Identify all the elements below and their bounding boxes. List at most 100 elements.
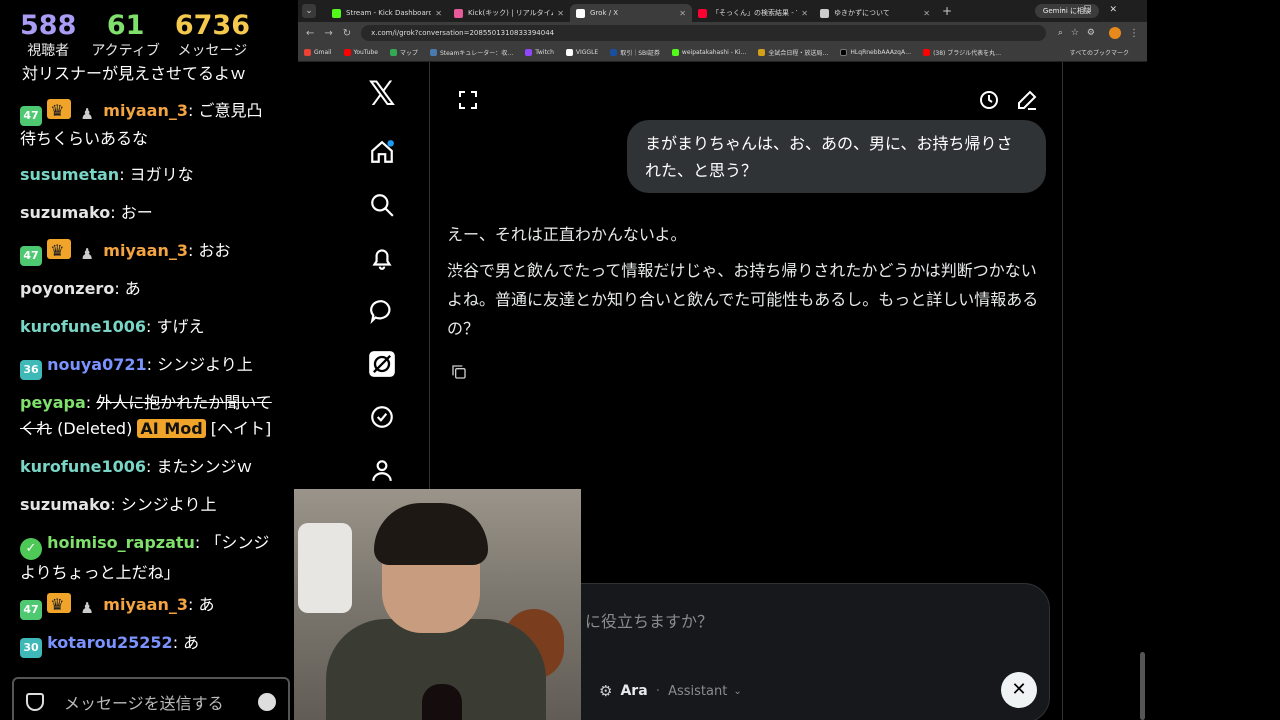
chat-username[interactable]: poyonzero (20, 279, 114, 298)
tab-title: 「そっくん」の検索結果 - Yahoo!検 (712, 9, 797, 17)
chat-username[interactable]: peyapa (20, 393, 86, 412)
bookmark-label: マップ (399, 50, 418, 57)
grok-reply-paragraph: えー、それは正直わかんないよ。 (447, 225, 687, 244)
bookmark-icon (389, 49, 397, 56)
chat-message: 47 ♟ miyaan_3: あ (20, 592, 278, 620)
scrollbar-thumb[interactable] (1140, 652, 1145, 720)
webcam-background-cloth (298, 523, 352, 613)
bookmark-label: Gmail (314, 49, 332, 56)
browser-tab-active[interactable]: Grok / X ✕ (570, 4, 692, 22)
bookmark-item[interactable]: (38) ブラジル代表を丸… (923, 48, 1001, 57)
bookmark-item[interactable]: Twitch (525, 49, 554, 56)
browser-tab[interactable]: ゆきかずについて ✕ (814, 4, 936, 22)
favicon-icon (576, 8, 585, 18)
subscriber-badge: 47 (20, 106, 42, 126)
user-message-bubble: まがまりちゃんは、お、あの、男に、お持ち帰りされた、と思う？ (627, 120, 1046, 193)
bookmark-item[interactable]: 取引｜SBI証券 (610, 48, 660, 57)
stat-active: 61 アクティブ (91, 10, 159, 60)
chat-text: あ (124, 279, 141, 298)
favicon-icon (454, 8, 463, 18)
toolbar-icons[interactable]: ⌕☆⚙ (1058, 28, 1103, 38)
bell-icon[interactable] (362, 238, 402, 278)
browser-tab[interactable]: Kick(キック) | リアルタイムランキング ✕ (448, 4, 570, 22)
browser-tab[interactable]: 「そっくん」の検索結果 - Yahoo!検 ✕ (692, 4, 814, 22)
search-icon[interactable] (362, 185, 402, 225)
bookmark-item[interactable]: weipatakahashi - Ki… (671, 49, 746, 56)
model-selector[interactable]: ⚙ Ara · Assistant ⌄ (599, 682, 742, 700)
tab-search-icon[interactable]: ⌄ (302, 4, 316, 18)
browser-tab[interactable]: Stream - Kick Dashboard ✕ (326, 4, 448, 22)
back-icon[interactable]: ← (306, 28, 314, 39)
crown-icon (47, 98, 72, 124)
url-field[interactable]: x.com/i/grok?conversation=20855013108333… (361, 25, 1046, 41)
subscriber-badge: 47 (20, 246, 42, 266)
bookmark-item[interactable]: YouTube (343, 49, 378, 56)
chat-username[interactable]: hoimiso_rapzatu (47, 533, 195, 552)
chat-username[interactable]: nouya0721 (47, 355, 147, 374)
grok-icon[interactable] (362, 344, 402, 384)
bookmark-item[interactable]: Steamキュレーター：収… (429, 48, 513, 57)
favicon-icon (332, 8, 341, 18)
chat-username[interactable]: kotarou25252 (47, 633, 173, 652)
bot-icon: ♟ (80, 599, 94, 617)
all-bookmarks[interactable]: すべてのブックマーク (1070, 48, 1129, 57)
history-icon[interactable] (977, 88, 1001, 112)
chat-send-input[interactable]: メッセージを送信する (12, 677, 290, 720)
chat-text: おー (120, 203, 153, 222)
stat-messages: 6736 メッセージ (175, 10, 250, 60)
close-voice-button[interactable]: ✕ (1001, 672, 1037, 708)
window-controls[interactable]: –☐✕ (1061, 5, 1135, 15)
profile-avatar[interactable] (1109, 27, 1121, 39)
ai-mod-badge: AI Mod (137, 419, 206, 438)
emoji-icon[interactable] (258, 693, 276, 711)
chat-username[interactable]: suzumako (20, 495, 110, 514)
chat-message: 30 kotarou25252: あ (20, 630, 278, 658)
chat-input-placeholder: メッセージを送信する (64, 694, 224, 713)
chat-message: kurofune1006: またシンジｗ (20, 457, 253, 476)
bookmark-item[interactable]: Gmail (304, 49, 332, 56)
chat-text: おお (198, 241, 231, 260)
chat-username[interactable]: kurofune1006 (20, 457, 146, 476)
bookmark-label: すべてのブックマーク (1069, 50, 1129, 57)
new-tab-icon[interactable]: + (942, 4, 952, 18)
menu-icon[interactable]: ⋮ (1129, 28, 1139, 39)
crown-icon (47, 592, 72, 618)
favicon-icon (820, 8, 829, 18)
bookmark-item[interactable]: 全試合日程・放送局… (758, 48, 828, 57)
verified-badge-icon[interactable] (362, 397, 402, 437)
favicon-icon (698, 8, 707, 18)
bookmark-item[interactable]: HLqRnebbAAAzqA… (840, 49, 911, 56)
expand-icon[interactable] (456, 88, 480, 112)
chat-message: 47 ♟ miyaan_3: おお (20, 238, 278, 266)
stat-label: メッセージ (177, 43, 248, 59)
bookmark-label: VIGGLE (575, 49, 599, 56)
chat-username[interactable]: miyaan_3 (103, 595, 188, 614)
edit-icon[interactable] (1015, 88, 1039, 112)
bookmark-item[interactable]: VIGGLE (565, 49, 599, 56)
chat-username[interactable]: susumetan (20, 165, 119, 184)
bookmark-item[interactable]: マップ (389, 48, 418, 57)
forward-icon[interactable]: → (324, 28, 332, 39)
chat-username[interactable]: miyaan_3 (103, 101, 188, 120)
crown-icon (47, 238, 72, 264)
copy-icon[interactable] (451, 364, 467, 380)
webcam-overlay (294, 489, 581, 720)
bookmark-label: 全試合日程・放送局… (768, 50, 829, 57)
x-logo-icon[interactable]: 𝕏 (362, 74, 402, 114)
home-icon[interactable] (362, 132, 402, 172)
chat-username[interactable]: miyaan_3 (103, 241, 188, 260)
close-icon[interactable]: ✕ (435, 9, 442, 18)
chat-username[interactable]: kurofune1006 (20, 317, 146, 336)
close-icon[interactable]: ✕ (679, 9, 686, 18)
close-icon[interactable]: ✕ (801, 9, 808, 18)
chevron-down-icon: ⌄ (733, 685, 742, 697)
profile-icon[interactable] (362, 450, 402, 490)
close-icon[interactable]: ✕ (923, 9, 930, 18)
reload-icon[interactable]: ↻ (343, 28, 351, 39)
message-icon[interactable] (362, 291, 402, 331)
stat-value: 6736 (174, 10, 250, 41)
grok-input-placeholder: に役立ちますか？ (585, 612, 714, 631)
shield-icon (26, 693, 44, 711)
close-icon[interactable]: ✕ (557, 9, 564, 18)
chat-username[interactable]: suzumako (20, 203, 110, 222)
